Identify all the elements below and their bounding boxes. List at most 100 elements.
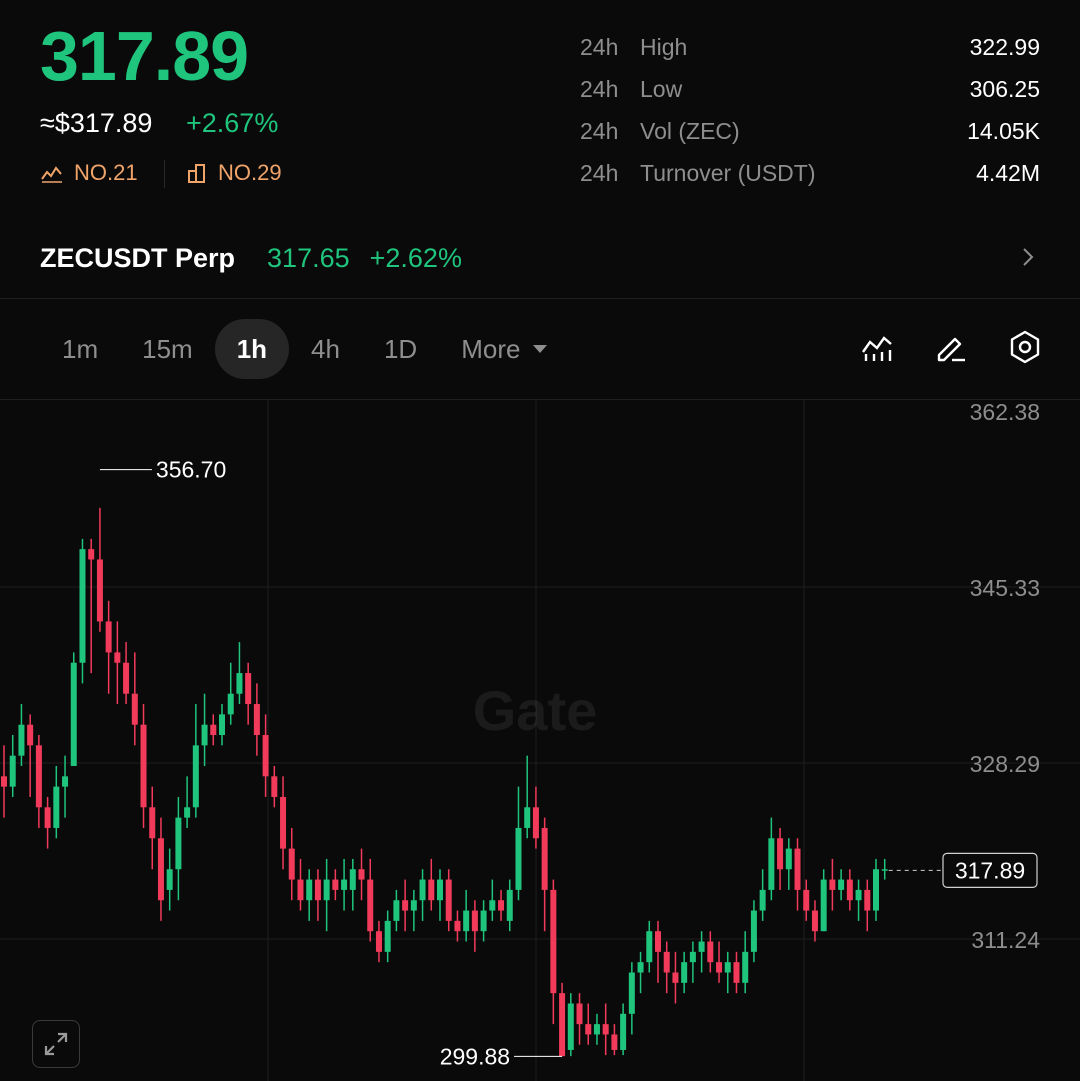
stat-period: 24h — [580, 33, 619, 60]
candle-body — [489, 900, 496, 911]
candle — [515, 786, 522, 901]
candle — [236, 642, 243, 705]
candle — [541, 817, 548, 932]
candle-body — [864, 889, 871, 911]
candle — [88, 538, 95, 674]
chart-tools — [860, 330, 1042, 364]
candle-body — [532, 807, 539, 839]
pencil-icon — [937, 337, 965, 362]
chart-settings-button[interactable] — [1008, 330, 1042, 364]
candle-body — [341, 879, 348, 890]
candle-body — [437, 879, 443, 901]
indicators-button[interactable] — [860, 330, 894, 364]
candle-body — [375, 931, 382, 952]
candle — [410, 889, 417, 932]
candle-body — [53, 786, 60, 828]
candle — [733, 951, 740, 994]
candle — [611, 1024, 618, 1056]
draw-button[interactable] — [934, 330, 968, 364]
candle — [349, 858, 356, 911]
trend-rank[interactable]: NO.21 — [40, 160, 138, 186]
candle-body — [332, 879, 339, 890]
tab-15m[interactable]: 15m — [120, 319, 215, 379]
candle — [628, 962, 635, 1035]
stat-label: Vol (ZEC) — [640, 117, 740, 144]
candle-body — [498, 900, 505, 911]
candle-body — [593, 1024, 600, 1035]
y-tick-label: 328.29 — [970, 751, 1040, 777]
candle — [463, 889, 470, 942]
candle — [157, 817, 164, 921]
candle-body — [1, 776, 7, 787]
candle-body — [811, 910, 818, 932]
candle — [341, 858, 348, 911]
stat-value: 306.25 — [969, 75, 1040, 102]
y-tick-label: 345.33 — [970, 575, 1040, 601]
candle-body — [716, 962, 723, 973]
stat-value: 14.05K — [967, 117, 1040, 144]
candle-body — [541, 827, 548, 890]
candle — [846, 869, 853, 911]
rank-separator — [164, 160, 165, 188]
perp-symbol: ZECUSDT Perp — [40, 242, 236, 273]
candle-body — [585, 1024, 592, 1035]
y-tick-label: 311.24 — [971, 927, 1040, 953]
candle — [445, 869, 452, 932]
candle — [602, 1003, 609, 1056]
candle — [105, 600, 112, 694]
candle-body — [314, 879, 321, 901]
candle-body — [628, 972, 635, 1014]
candle-body — [149, 807, 156, 839]
candle-body — [140, 724, 147, 808]
candle — [18, 704, 25, 766]
candle — [280, 776, 287, 870]
change-percent: +2.67% — [186, 108, 279, 138]
candle-body — [79, 549, 86, 663]
market-cap-rank[interactable]: NO.29 — [186, 160, 282, 186]
candle-body — [524, 807, 531, 828]
candle — [393, 889, 400, 932]
candle — [332, 869, 339, 901]
candle-body — [18, 724, 25, 756]
candle-body — [698, 941, 705, 952]
candle — [384, 910, 391, 963]
perp-price: 317.65 — [267, 242, 350, 273]
candle-body — [777, 838, 784, 870]
tab-1h[interactable]: 1h — [214, 319, 290, 379]
candle — [114, 621, 121, 705]
candle — [227, 662, 234, 725]
more-timeframes-button[interactable]: More — [439, 319, 570, 379]
candle-body — [846, 879, 853, 901]
candlestick-chart[interactable]: Gate 362.38 345.33 328.29 311.24 356.70 299.… — [0, 400, 1080, 1081]
fullscreen-button[interactable] — [32, 1020, 80, 1068]
candle-body — [428, 879, 435, 901]
candle — [707, 931, 714, 973]
candle-body — [803, 889, 810, 911]
candle — [79, 538, 86, 684]
candle — [1, 745, 7, 818]
candle-body — [157, 838, 164, 901]
more-label: More — [461, 333, 521, 364]
market-cap-rank-icon — [188, 164, 205, 183]
candle-body — [855, 889, 862, 901]
perp-link-row[interactable]: ZECUSDT Perp 317.65 +2.62% — [0, 230, 1080, 286]
candle-body — [297, 879, 304, 901]
candle-body — [611, 1034, 618, 1050]
candle — [70, 652, 77, 766]
candle-body — [253, 704, 260, 736]
candle-body — [733, 962, 740, 983]
candle-body — [201, 724, 208, 746]
tab-4h[interactable]: 4h — [289, 319, 362, 379]
candle — [637, 951, 644, 994]
tab-1m[interactable]: 1m — [40, 319, 120, 379]
candle — [759, 869, 766, 921]
candle-body — [166, 869, 173, 890]
candle — [219, 704, 225, 746]
candle-body — [44, 807, 51, 828]
candle — [437, 869, 443, 921]
low-marker-label: 299.88 — [440, 1043, 510, 1069]
stat-period: 24h — [580, 117, 619, 144]
tab-1d[interactable]: 1D — [362, 319, 439, 379]
candle — [646, 920, 653, 973]
candle — [829, 858, 836, 911]
